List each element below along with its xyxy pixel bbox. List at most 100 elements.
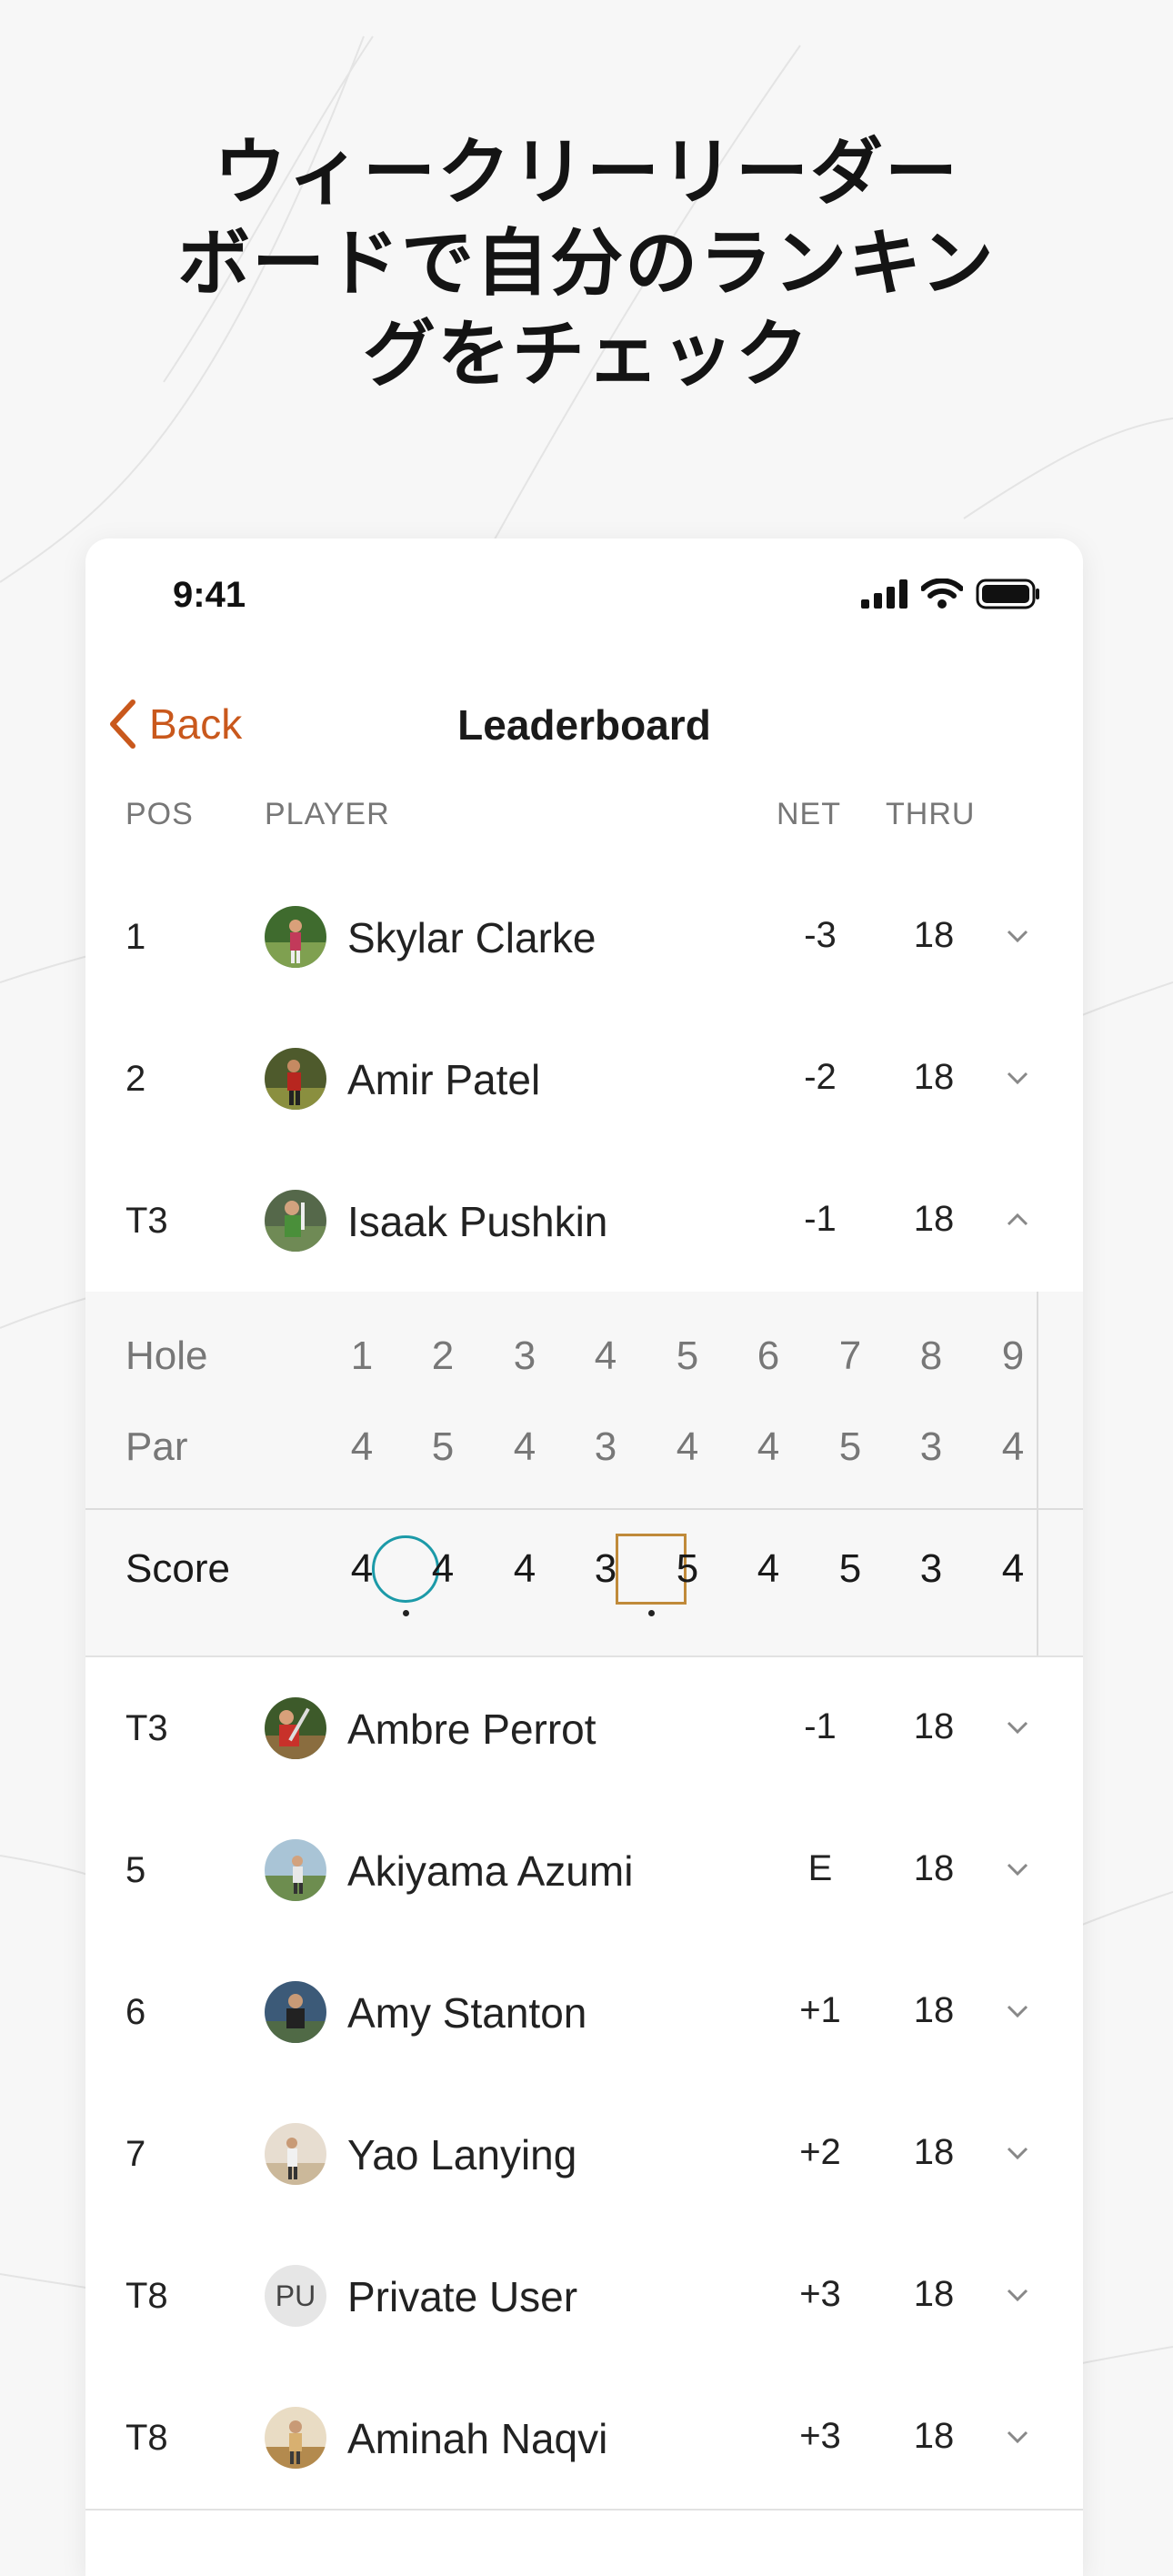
- leaderboard-row[interactable]: T8 PU Private User +3 18: [85, 2225, 1083, 2369]
- avatar: [265, 1048, 326, 1110]
- leaderboard-row[interactable]: 5 Akiyama Azumi E 18: [85, 1799, 1083, 1943]
- page-title: Leaderboard: [457, 701, 711, 749]
- leaderboard-row[interactable]: 2 Amir Patel -2 18: [85, 1008, 1083, 1152]
- net-score: -1: [804, 1706, 837, 1746]
- header-thru: THRU: [886, 797, 976, 831]
- chevron-down-icon[interactable]: [1004, 1997, 1031, 2025]
- leaderboard-row[interactable]: 7 Yao Lanying +2 18: [85, 2083, 1083, 2227]
- chevron-down-icon[interactable]: [1004, 2281, 1031, 2309]
- net-score: E: [807, 1848, 833, 1888]
- hole-number: 5: [676, 1333, 699, 1378]
- player-name: Yao Lanying: [347, 2131, 577, 2179]
- par-value: 5: [431, 1424, 455, 1469]
- thru-value: 18: [913, 1706, 955, 1746]
- header-pos: POS: [125, 797, 194, 831]
- avatar: [265, 2123, 326, 2185]
- thru-value: 18: [913, 2274, 955, 2314]
- player-name: Aminah Naqvi: [347, 2415, 608, 2462]
- row-pos: 2: [125, 1059, 146, 1099]
- player-name: Skylar Clarke: [347, 914, 597, 961]
- phone-screen: 9:41 Back Leaderboard POS PLAYER NET THR…: [85, 538, 1083, 2576]
- row-pos: T3: [125, 1708, 168, 1748]
- leaderboard-row[interactable]: T3 Ambre Perrot -1 18: [85, 1657, 1083, 1801]
- score-value: 3: [594, 1546, 617, 1591]
- scorecard-panel[interactable]: Hole Par Score 1 2 3 4 5 6 7 8 9 4 5 4 3…: [85, 1292, 1083, 1657]
- player-name: Amir Patel: [347, 1056, 541, 1103]
- par-value: 5: [838, 1424, 862, 1469]
- player-name: Private User: [347, 2273, 578, 2320]
- header-net: NET: [777, 797, 841, 831]
- score-label: Score: [125, 1546, 230, 1591]
- par-value: 3: [919, 1424, 943, 1469]
- hole-number: 7: [838, 1333, 862, 1378]
- leaderboard-row[interactable]: 1 Skylar Clarke -3 18: [85, 866, 1083, 1010]
- avatar: [265, 906, 326, 968]
- headline-line-1: ウィークリーリーダー: [214, 130, 959, 215]
- score-value: 4: [350, 1546, 374, 1591]
- chevron-down-icon[interactable]: [1004, 2423, 1031, 2450]
- chevron-down-icon[interactable]: [1004, 1714, 1031, 1741]
- row-pos: T3: [125, 1201, 168, 1241]
- score-value: 5: [676, 1546, 699, 1591]
- scorecard-divider: [85, 1508, 1037, 1510]
- thru-value: 18: [913, 1199, 955, 1239]
- chevron-down-icon[interactable]: [1004, 2139, 1031, 2167]
- avatar: [265, 1190, 326, 1252]
- hole-number: 2: [431, 1333, 455, 1378]
- player-name: Isaak Pushkin: [347, 1198, 608, 1245]
- stroke-dot: [648, 1610, 655, 1616]
- score-value: 4: [757, 1546, 780, 1591]
- net-score: -1: [804, 1199, 837, 1239]
- hole-label: Hole: [125, 1333, 208, 1378]
- net-score: -3: [804, 915, 837, 955]
- status-icons: [861, 579, 1041, 609]
- hole-number: 8: [919, 1333, 943, 1378]
- leaderboard-row[interactable]: T8 Aminah Naqvi +3 18: [85, 2367, 1083, 2511]
- status-time: 9:41: [173, 575, 246, 615]
- par-value: 4: [676, 1424, 699, 1469]
- net-score: +1: [799, 1990, 841, 2030]
- avatar: [265, 1981, 326, 2043]
- row-pos: 5: [125, 1850, 146, 1890]
- signal-icon: [861, 579, 907, 609]
- score-value: 5: [838, 1546, 862, 1591]
- score-value: 4: [431, 1546, 455, 1591]
- row-pos: T8: [125, 2276, 168, 2316]
- thru-value: 18: [913, 2132, 955, 2172]
- stroke-dot: [403, 1610, 409, 1616]
- leaderboard-row-expanded[interactable]: T3 Isaak Pushkin -1 18: [85, 1150, 1083, 1293]
- par-value: 4: [513, 1424, 536, 1469]
- thru-value: 18: [913, 1057, 955, 1097]
- chevron-down-icon[interactable]: [1004, 922, 1031, 950]
- score-value: 4: [513, 1546, 536, 1591]
- player-name: Ambre Perrot: [347, 1706, 597, 1753]
- par-value: 4: [757, 1424, 780, 1469]
- avatar: [265, 2407, 326, 2469]
- net-score: -2: [804, 1057, 837, 1097]
- scorecard-divider: [1038, 1508, 1083, 1510]
- net-score: +3: [799, 2416, 841, 2456]
- chevron-down-icon[interactable]: [1004, 1856, 1031, 1883]
- net-score: +2: [799, 2132, 841, 2172]
- net-score: +3: [799, 2274, 841, 2314]
- leaderboard-row[interactable]: 6 Amy Stanton +1 18: [85, 1941, 1083, 2085]
- thru-value: 18: [913, 1848, 955, 1888]
- wifi-icon: [921, 579, 963, 609]
- row-pos: 1: [125, 917, 146, 957]
- headline-line-2: ボードで自分のランキン: [177, 221, 996, 306]
- chevron-up-icon[interactable]: [1004, 1206, 1031, 1233]
- player-name: Amy Stanton: [347, 1989, 587, 2037]
- hole-number: 9: [1001, 1333, 1025, 1378]
- row-pos: 6: [125, 1992, 146, 2032]
- par-value: 4: [1001, 1424, 1025, 1469]
- header-player: PLAYER: [265, 797, 390, 831]
- hole-number: 4: [594, 1333, 617, 1378]
- avatar: [265, 1839, 326, 1901]
- battery-icon: [976, 579, 1039, 609]
- hole-number: 3: [513, 1333, 536, 1378]
- chevron-down-icon[interactable]: [1004, 1064, 1031, 1092]
- column-headers: POS PLAYER NET THRU: [85, 797, 1083, 842]
- hole-number: 6: [757, 1333, 780, 1378]
- score-value: 4: [1001, 1546, 1025, 1591]
- avatar: [265, 1697, 326, 1759]
